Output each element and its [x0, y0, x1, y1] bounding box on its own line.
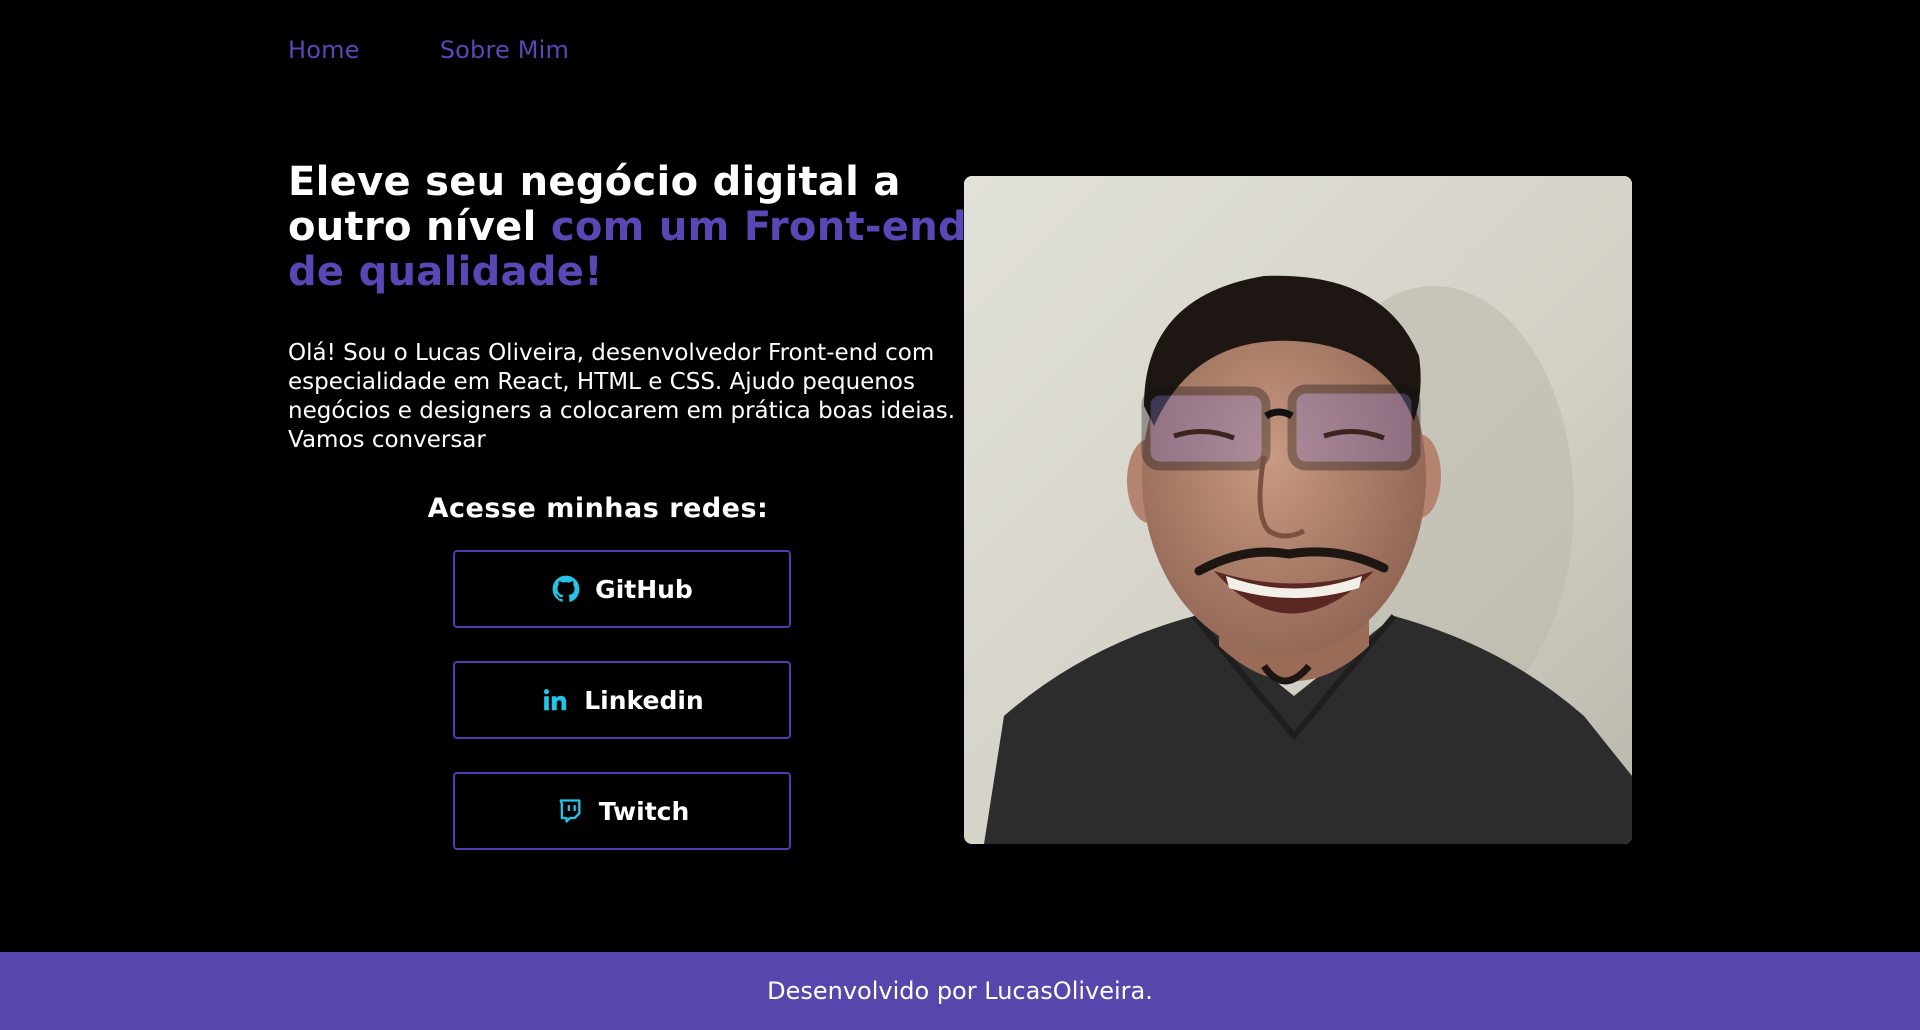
footer-text: Desenvolvido por LucasOliveira.	[767, 977, 1153, 1005]
top-nav: Home Sobre Mim	[288, 36, 569, 64]
footer: Desenvolvido por LucasOliveira.	[0, 952, 1920, 1030]
linkedin-button[interactable]: Linkedin	[453, 661, 791, 739]
social-links: GitHub Linkedin Twitch	[288, 550, 968, 850]
linkedin-icon	[540, 685, 570, 715]
github-button[interactable]: GitHub	[453, 550, 791, 628]
github-label: GitHub	[595, 574, 693, 604]
nav-home-link[interactable]: Home	[288, 36, 360, 64]
github-icon	[551, 574, 581, 604]
twitch-button[interactable]: Twitch	[453, 772, 791, 850]
page: Home Sobre Mim Eleve seu negócio digital…	[0, 0, 1920, 1030]
hero-headline: Eleve seu negócio digital a outro nível …	[288, 160, 968, 295]
socials-title: Acesse minhas redes:	[427, 493, 769, 524]
twitch-label: Twitch	[598, 796, 690, 826]
nav-about-link[interactable]: Sobre Mim	[440, 36, 569, 64]
profile-photo	[964, 176, 1632, 844]
twitch-icon	[555, 796, 585, 826]
hero-section: Eleve seu negócio digital a outro nível …	[288, 160, 968, 850]
portrait-illustration	[964, 176, 1632, 844]
intro-paragraph: Olá! Sou o Lucas Oliveira, desenvolvedor…	[288, 340, 956, 453]
linkedin-label: Linkedin	[584, 685, 704, 715]
